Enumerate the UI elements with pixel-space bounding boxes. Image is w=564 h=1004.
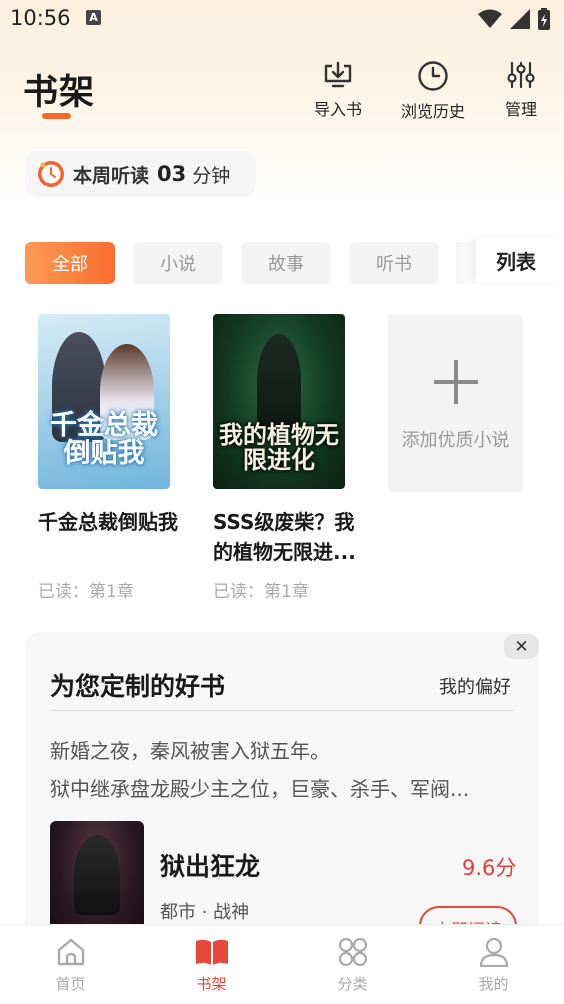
weekly-listen-unit: 分钟	[192, 164, 231, 187]
history-button[interactable]: 浏览历史	[396, 60, 470, 122]
alarm-clock-icon	[38, 161, 64, 187]
recommended-book-title[interactable]: 狱出狂龙	[160, 847, 260, 883]
page-title: 书架	[23, 73, 96, 113]
status-icons	[478, 8, 550, 30]
history-clock-icon	[418, 61, 448, 91]
import-book-button[interactable]: 导入书	[308, 60, 368, 120]
tab-audiobook[interactable]: 听书	[349, 242, 439, 284]
wifi-icon	[478, 9, 502, 28]
book-item[interactable]: 我的植物无限进化 SSS级废柴？我的植物无限进... 已读：第1章	[213, 314, 356, 602]
divider	[50, 710, 514, 711]
add-book-label: 添加优质小说	[401, 430, 510, 451]
cover-title-text: 我的植物无限进化	[219, 420, 339, 475]
book-cover: 我的植物无限进化	[213, 314, 345, 489]
nav-bookshelf-label: 书架	[196, 975, 227, 993]
bottom-nav: 首页 书架 分类 我的	[0, 924, 564, 1004]
book-item[interactable]: 千金总裁倒贴我 千金总裁倒贴我 已读：第1章	[38, 314, 178, 602]
nav-category-label: 分类	[337, 975, 368, 993]
my-preference-link[interactable]: 我的偏好	[439, 673, 511, 699]
signal-icon	[510, 9, 530, 29]
weekly-listen-badge[interactable]: 本周听读 03 分钟	[25, 151, 256, 197]
history-label: 浏览历史	[400, 102, 465, 121]
nav-home-label: 首页	[55, 975, 86, 993]
nav-category[interactable]: 分类	[282, 925, 423, 1004]
category-icon	[338, 937, 367, 967]
list-view-toggle[interactable]: 列表	[476, 238, 564, 282]
book-title: SSS级废柴？我的植物无限进...	[213, 510, 356, 564]
recommendation-title: 为您定制的好书	[50, 672, 226, 701]
book-progress: 已读：第1章	[213, 582, 309, 602]
nav-bookshelf[interactable]: 书架	[141, 925, 282, 1004]
nav-profile-label: 我的	[478, 975, 509, 993]
book-progress: 已读：第1章	[38, 582, 134, 602]
list-view-label: 列表	[496, 249, 536, 274]
home-icon	[57, 938, 84, 966]
plus-icon	[433, 360, 478, 404]
status-time: 10:56	[10, 6, 71, 30]
weekly-listen-value: 03	[157, 162, 187, 186]
recommended-book-tags: 都市 · 战神	[160, 902, 250, 923]
weekly-listen-label: 本周听读	[73, 164, 150, 187]
tab-story[interactable]: 故事	[241, 242, 331, 284]
import-icon	[324, 61, 352, 88]
add-book-button[interactable]: 添加优质小说	[388, 314, 523, 492]
close-icon[interactable]: ✕	[504, 634, 539, 659]
import-book-label: 导入书	[313, 100, 362, 119]
recommended-book-score: 9.6分	[462, 856, 517, 880]
sliders-icon	[507, 61, 535, 89]
cover-title-text: 千金总裁倒贴我	[50, 410, 158, 470]
notification-a-icon: A	[86, 10, 101, 25]
title-underline	[42, 113, 71, 119]
recommendation-description-line: 新婚之夜，秦风被害入狱五年。	[50, 739, 330, 763]
nav-home[interactable]: 首页	[0, 925, 141, 1004]
tab-novel[interactable]: 小说	[133, 242, 223, 284]
book-title: 千金总裁倒贴我	[38, 510, 178, 534]
book-cover: 千金总裁倒贴我	[38, 314, 170, 489]
battery-icon	[538, 8, 550, 30]
tab-all[interactable]: 全部	[25, 242, 115, 284]
recommendation-description-line: 狱中继承盘龙殿少主之位，巨豪、杀手、军阀...	[50, 777, 470, 801]
tab-overflow-fade	[456, 242, 476, 284]
nav-profile[interactable]: 我的	[423, 925, 564, 1004]
manage-label: 管理	[504, 100, 537, 119]
profile-icon	[479, 937, 508, 967]
book-icon	[195, 939, 228, 965]
manage-button[interactable]: 管理	[496, 60, 546, 120]
